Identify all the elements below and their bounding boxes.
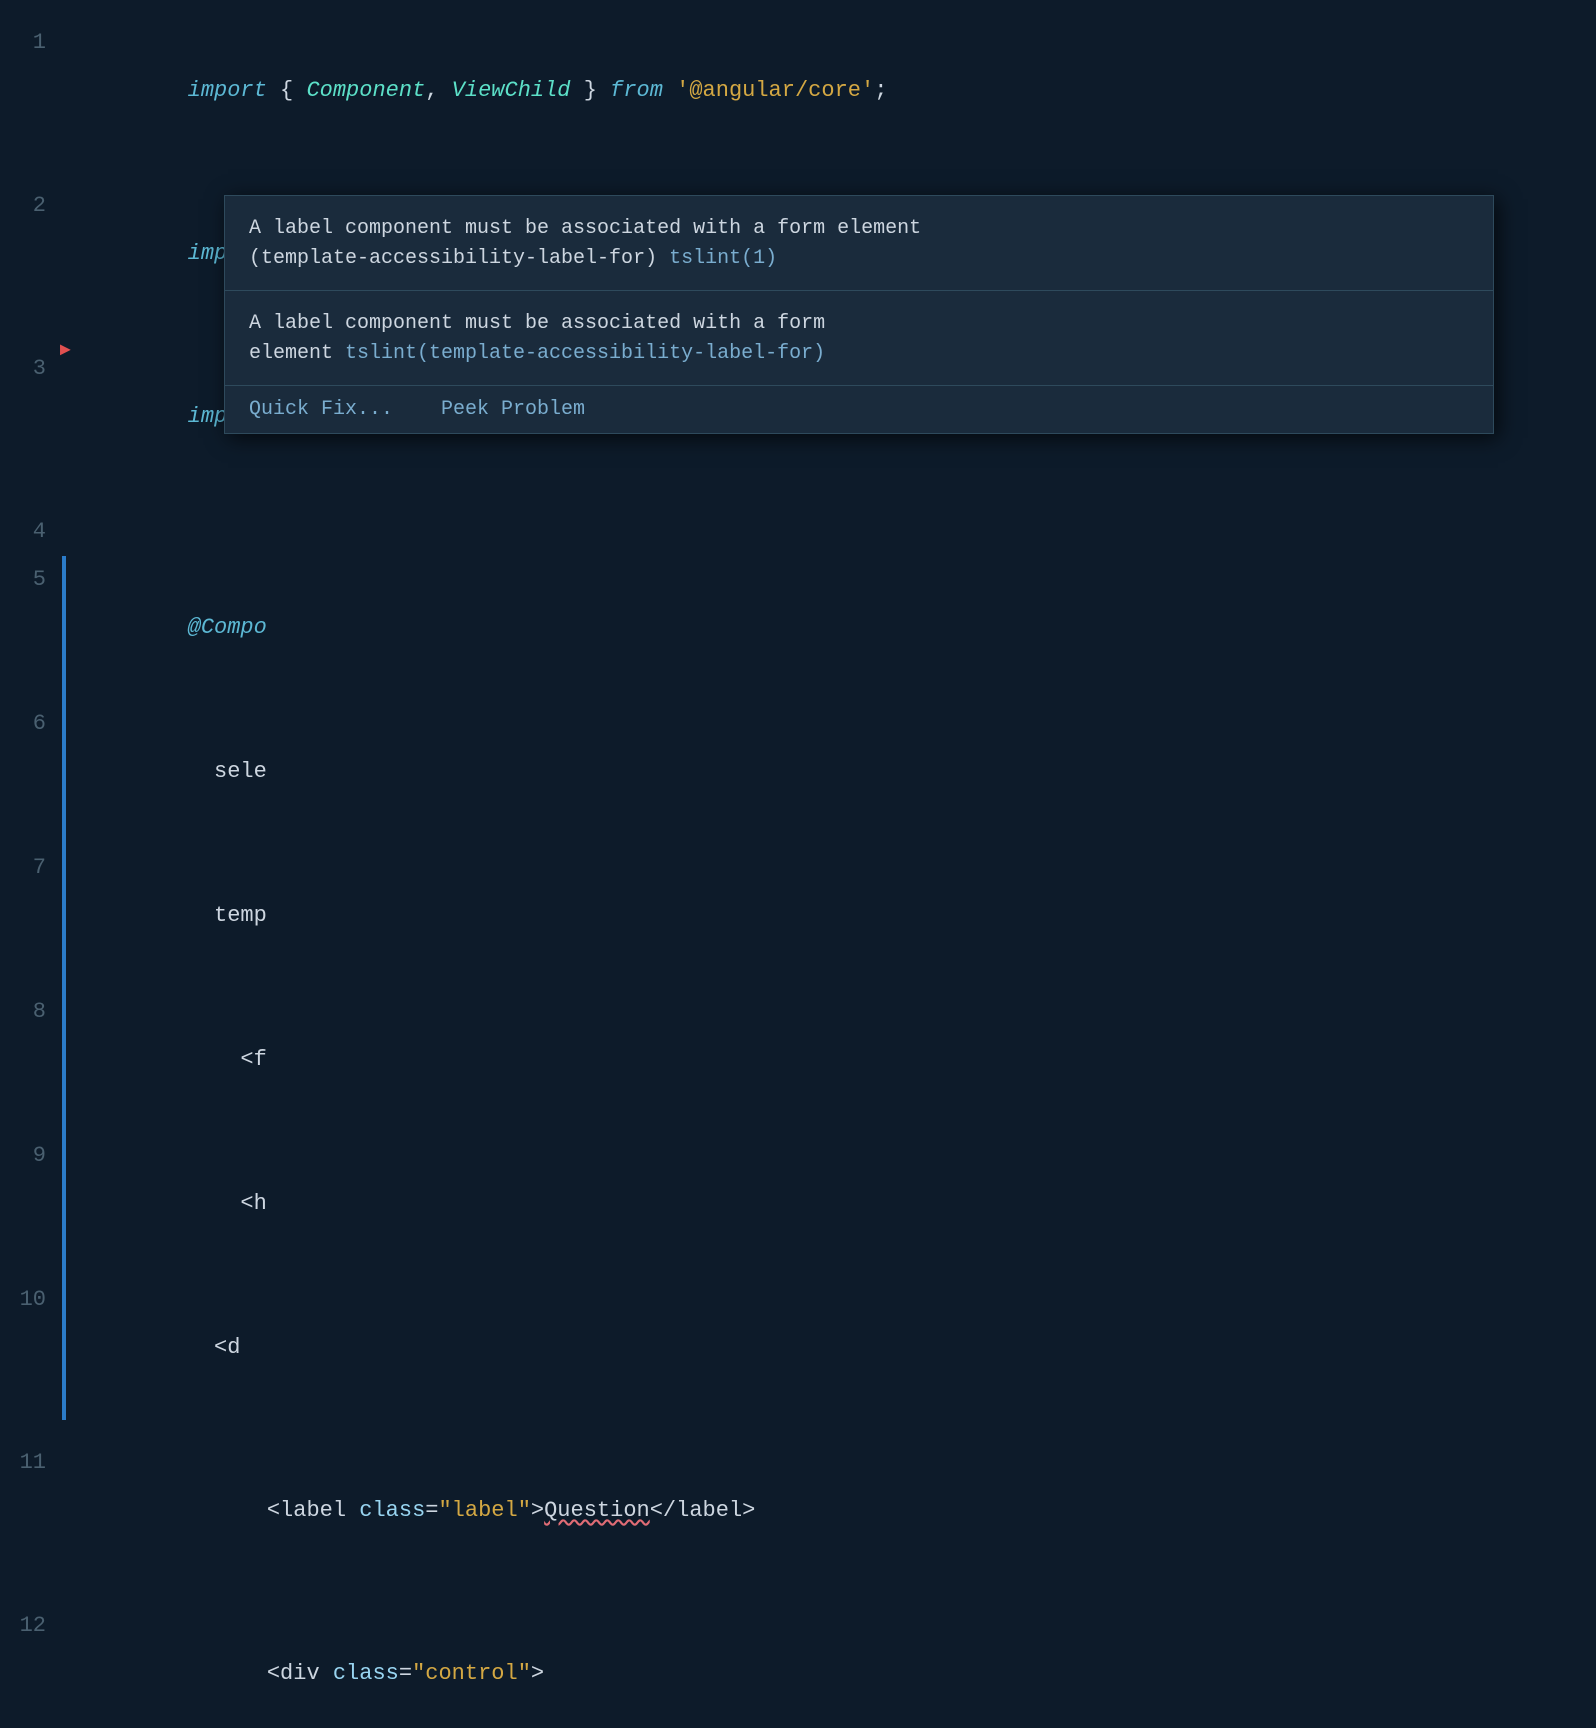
line-content-5: @Compo (66, 556, 1596, 700)
line-number-9: 9 (0, 1132, 62, 1180)
line-number-7: 7 (0, 844, 62, 892)
tooltip-actions: Quick Fix... Peek Problem (225, 386, 1493, 433)
line-content-8: <f (66, 988, 1596, 1132)
peek-problem-button[interactable]: Peek Problem (441, 398, 585, 421)
line-content-10: <d (66, 1276, 1596, 1420)
code-line-9: 9 <h (0, 1132, 1596, 1276)
tooltip-box: A label component must be associated wit… (224, 195, 1494, 434)
line-content-4 (66, 508, 1596, 556)
code-line-6: 6 sele (0, 700, 1596, 844)
punct: { (267, 78, 307, 103)
code-line-10: 10 <d (0, 1276, 1596, 1420)
tooltip-text-1: A label component must be associated wit… (249, 217, 921, 270)
html-label-open: < (267, 1498, 280, 1523)
tslint-ref-1: tslint(1) (669, 247, 777, 270)
tooltip-text-2: A label component must be associated wit… (249, 312, 825, 365)
line-number-12: 12 (0, 1602, 62, 1650)
keyword-import: import (188, 78, 267, 103)
line-number-2: 2 (0, 182, 62, 230)
decorator-compo: @Compo (188, 615, 267, 640)
red-arrow-icon: ▶ (60, 342, 71, 359)
line-number-6: 6 (0, 700, 62, 748)
tooltip-message-2: A label component must be associated wit… (225, 291, 1493, 386)
line-content-11: <label class="label">Question</label> (66, 1439, 1596, 1583)
quick-fix-button[interactable]: Quick Fix... (249, 398, 393, 421)
code-line-4: 4 (0, 489, 1596, 556)
line-number-8: 8 (0, 988, 62, 1036)
code-line-12: 12 <div class="control"> (0, 1583, 1596, 1728)
line-content-7: temp (66, 844, 1596, 988)
line-content-12: <div class="control"> (66, 1602, 1596, 1728)
code-area: 1 import { Component, ViewChild } from '… (0, 0, 1596, 864)
code-line-7: 7 temp (0, 844, 1596, 988)
line-number-5: 5 (0, 556, 62, 604)
code-line-1: 1 import { Component, ViewChild } from '… (0, 0, 1596, 163)
tslint-ref-2: tslint(template-accessibility-label-for) (345, 342, 825, 365)
line-number-1: 1 (0, 19, 62, 67)
line-number-3: 3 (0, 345, 62, 393)
label-question-text: Question (544, 1498, 650, 1523)
string-angular-core: '@angular/core' (676, 78, 874, 103)
editor-container: 1 import { Component, ViewChild } from '… (0, 0, 1596, 864)
line-number-4: 4 (0, 508, 62, 556)
code-line-5: 5 @Compo (0, 556, 1596, 700)
line-content-9: <h (66, 1132, 1596, 1276)
classname-component: Component (306, 78, 425, 103)
line-content-1: import { Component, ViewChild } from '@a… (66, 19, 1596, 163)
tooltip-message-1: A label component must be associated wit… (225, 196, 1493, 291)
code-line-11: 11 <label class="label">Question</label> (0, 1420, 1596, 1583)
line-content-6: sele (66, 700, 1596, 844)
code-line-8: 8 <f (0, 988, 1596, 1132)
line-gutter-3: ▶ (62, 326, 66, 374)
line-number-10: 10 (0, 1276, 62, 1324)
classname-viewchild: ViewChild (452, 78, 571, 103)
line-number-11: 11 (0, 1439, 62, 1487)
keyword-from-1: from (610, 78, 663, 103)
